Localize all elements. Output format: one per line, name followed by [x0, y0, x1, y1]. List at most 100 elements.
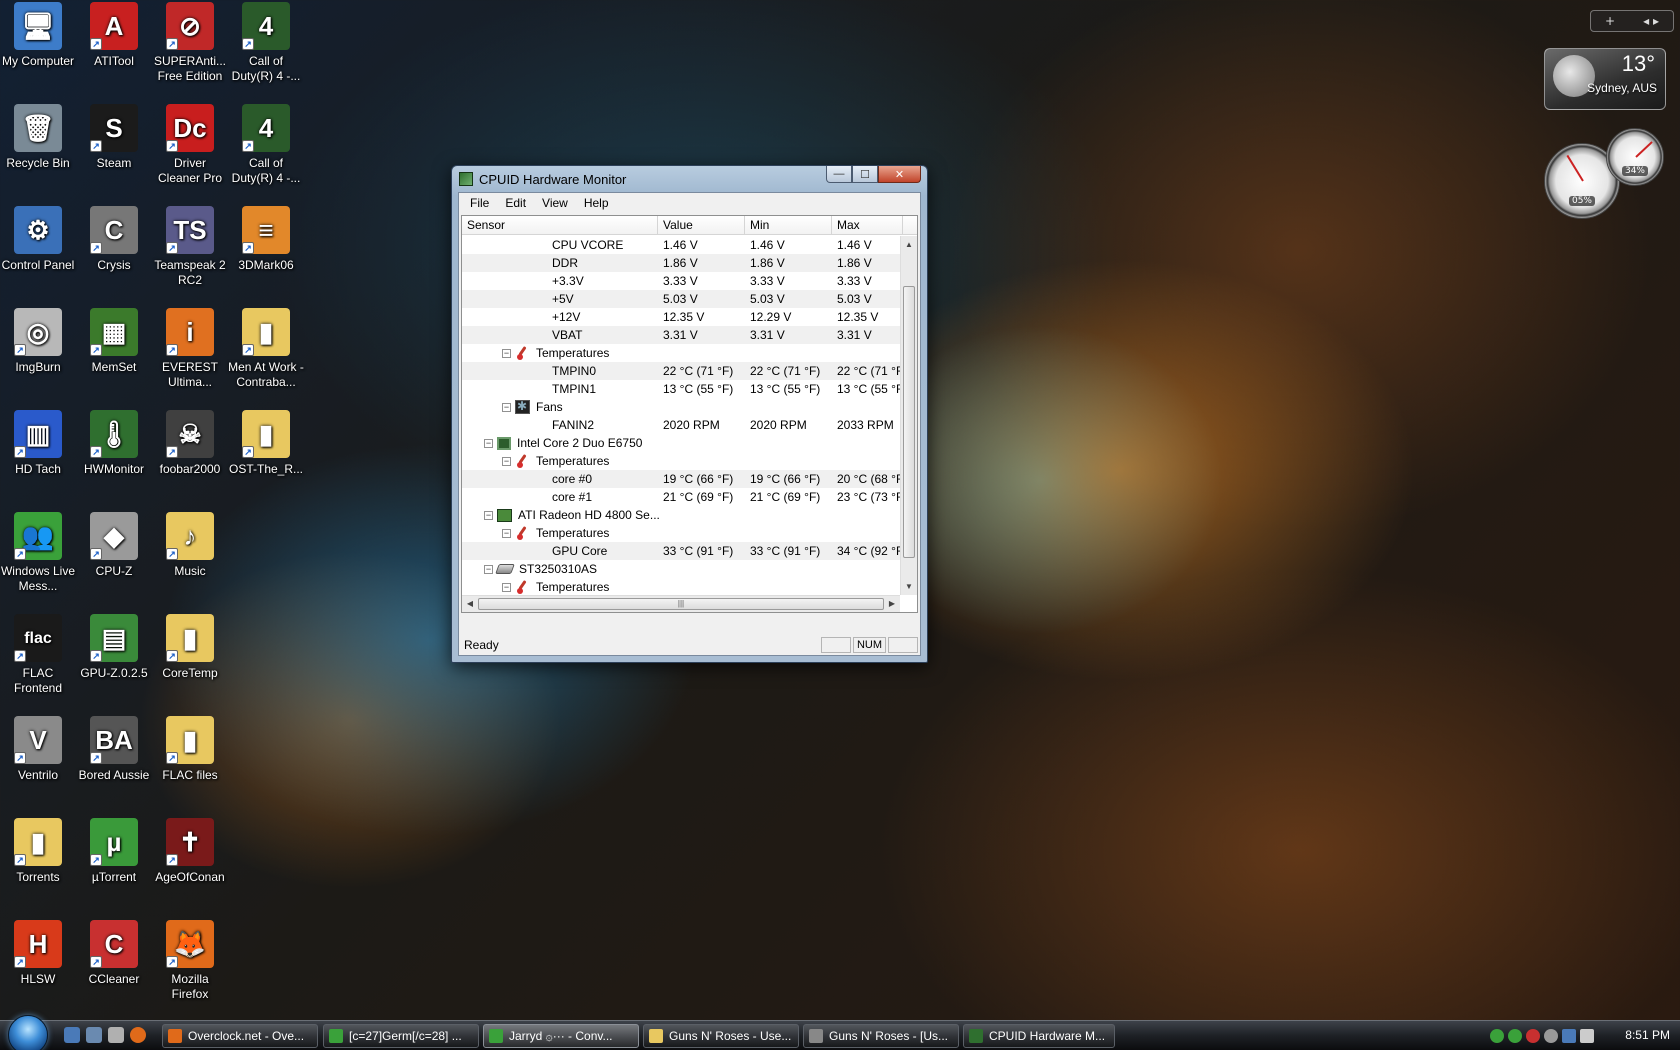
desktop-icon-cpu-z[interactable]: ◆ ↗ CPU-Z [76, 512, 152, 579]
vertical-scroll-thumb[interactable] [903, 286, 915, 558]
desktop-icon-ccleaner[interactable]: C ↗ CCleaner [76, 920, 152, 987]
desktop-icon-ost-the-r[interactable]: ▮ ↗ OST-The_R... [228, 410, 304, 477]
menu-view[interactable]: View [534, 196, 576, 210]
close-button[interactable]: ✕ [878, 166, 921, 183]
desktop-icon-gpu-z-0-2-5[interactable]: ▤ ↗ GPU-Z.0.2.5 [76, 614, 152, 681]
desktop-icon-windows-live-mess[interactable]: 👥 ↗ Windows Live Mess... [0, 512, 76, 594]
desktop-icon-hd-tach[interactable]: ▥ ↗ HD Tach [0, 410, 76, 477]
tree-collapse-icon[interactable]: − [502, 402, 511, 412]
desktop-icon-my-computer[interactable]: 🖥 My Computer [0, 2, 76, 69]
desktop-icon-torrents[interactable]: ▮ ↗ Torrents [0, 818, 76, 885]
sensor-row[interactable]: TMPIN1 13 °C (55 °F) 13 °C (55 °F) 13 °C (5… [462, 380, 900, 398]
weather-gadget[interactable]: 13° Sydney, AUS [1544, 48, 1666, 110]
desktop-icon-coretemp[interactable]: ▮ ↗ CoreTemp [152, 614, 228, 681]
taskbar-button[interactable]: [c=27]Germ[/c=28] ... [323, 1024, 479, 1048]
menu-help[interactable]: Help [576, 196, 617, 210]
taskbar-button[interactable]: Guns N' Roses - [Us... [803, 1024, 959, 1048]
gadget-nav-arrows[interactable]: ◂ ▸ [1643, 14, 1659, 28]
switch-windows-icon[interactable] [86, 1027, 102, 1043]
tray-volume-icon[interactable] [1580, 1029, 1594, 1043]
scroll-up-arrow-icon[interactable]: ▲ [901, 236, 917, 253]
desktop-icon-men-at-work-contraba[interactable]: ▮ ↗ Men At Work - Contraba... [228, 308, 304, 390]
sensor-row[interactable]: DDR 1.86 V 1.86 V 1.86 V [462, 254, 900, 272]
desktop-icon-steam[interactable]: S ↗ Steam [76, 104, 152, 171]
taskbar-button[interactable]: Overclock.net - Ove... [162, 1024, 318, 1048]
column-header-value[interactable]: Value [658, 216, 745, 234]
column-header-max[interactable]: Max [832, 216, 903, 234]
sensor-row[interactable]: − Temperatures [462, 452, 900, 470]
desktop-icon--torrent[interactable]: µ ↗ µTorrent [76, 818, 152, 885]
taskbar-button[interactable]: Guns N' Roses - Use... [643, 1024, 799, 1048]
desktop-icon-foobar2000[interactable]: ☠ ↗ foobar2000 [152, 410, 228, 477]
tree-collapse-icon[interactable]: − [502, 456, 511, 466]
minimize-button[interactable]: — [826, 166, 852, 183]
tree-collapse-icon[interactable]: − [484, 510, 493, 520]
desktop-icon-call-of-duty-r-4[interactable]: 4 ↗ Call of Duty(R) 4 -... [228, 104, 304, 186]
desktop-icon-teamspeak-2-rc2[interactable]: TS ↗ Teamspeak 2 RC2 [152, 206, 228, 288]
desktop-icon-ageofconan[interactable]: ✝ ↗ AgeOfConan [152, 818, 228, 885]
clock[interactable]: 8:51 PM [1625, 1028, 1670, 1042]
desktop-icon-memset[interactable]: ▦ ↗ MemSet [76, 308, 152, 375]
sensor-row[interactable]: core #1 21 °C (69 °F) 21 °C (69 °F) 23 °C (… [462, 488, 900, 506]
window-titlebar[interactable]: CPUID Hardware Monitor — ☐ ✕ [452, 166, 927, 192]
desktop-icon-recycle-bin[interactable]: 🗑 Recycle Bin [0, 104, 76, 171]
scroll-down-arrow-icon[interactable]: ▼ [901, 578, 917, 595]
column-header-sensor[interactable]: Sensor [462, 216, 658, 234]
desktop-icon-3dmark06[interactable]: ≡ ↗ 3DMark06 [228, 206, 304, 273]
sensor-list[interactable]: Sensor Value Min Max CPU VCORE 1.46 V 1.46… [461, 215, 918, 613]
tree-collapse-icon[interactable]: − [502, 582, 511, 592]
desktop-icon-superanti-free-edition[interactable]: ⊘ ↗ SUPERAnti... Free Edition [152, 2, 228, 84]
tray-error-icon[interactable] [1526, 1029, 1540, 1043]
sensor-row[interactable]: +3.3V 3.33 V 3.33 V 3.33 V [462, 272, 900, 290]
menu-edit[interactable]: Edit [497, 196, 534, 210]
column-header-min[interactable]: Min [745, 216, 832, 234]
desktop-icon-hlsw[interactable]: H ↗ HLSW [0, 920, 76, 987]
maximize-button[interactable]: ☐ [852, 166, 878, 183]
quicklaunch-shield-icon[interactable] [108, 1027, 124, 1043]
scroll-left-arrow-icon[interactable]: ◀ [462, 596, 478, 612]
tree-collapse-icon[interactable]: − [484, 438, 493, 448]
sensor-row[interactable]: − Temperatures [462, 344, 900, 362]
vertical-scrollbar[interactable]: ▲ ▼ [900, 236, 917, 595]
sensor-row[interactable]: CPU VCORE 1.46 V 1.46 V 1.46 V [462, 236, 900, 254]
desktop-icon-flac-frontend[interactable]: flac ↗ FLAC Frontend [0, 614, 76, 696]
desktop-icon-atitool[interactable]: A ↗ ATITool [76, 2, 152, 69]
desktop-icon-everest-ultima[interactable]: i ↗ EVEREST Ultima... [152, 308, 228, 390]
desktop-icon-ventrilo[interactable]: V ↗ Ventrilo [0, 716, 76, 783]
tree-collapse-icon[interactable]: − [484, 564, 493, 574]
desktop-icon-driver-cleaner-pro[interactable]: Dc ↗ Driver Cleaner Pro [152, 104, 228, 186]
sensor-row[interactable]: − Intel Core 2 Duo E6750 [462, 434, 900, 452]
desktop-icon-music[interactable]: ♪ ↗ Music [152, 512, 228, 579]
sensor-row[interactable]: +12V 12.35 V 12.29 V 12.35 V [462, 308, 900, 326]
sensor-row[interactable]: − ATI Radeon HD 4800 Se... [462, 506, 900, 524]
add-gadget-button[interactable]: + [1605, 14, 1615, 28]
sensor-row[interactable]: − Fans [462, 398, 900, 416]
gadget-toolbar[interactable]: + ◂ ▸ [1590, 10, 1674, 32]
tray-contacts-icon[interactable] [1508, 1029, 1522, 1043]
tray-messenger-icon[interactable] [1490, 1029, 1504, 1043]
desktop-icon-imgburn[interactable]: ◎ ↗ ImgBurn [0, 308, 76, 375]
desktop-icon-call-of-duty-r-4[interactable]: 4 ↗ Call of Duty(R) 4 -... [228, 2, 304, 84]
tree-collapse-icon[interactable]: − [502, 528, 511, 538]
start-button[interactable] [8, 1015, 48, 1050]
sensor-row[interactable]: TMPIN0 22 °C (71 °F) 22 °C (71 °F) 22 °C (7… [462, 362, 900, 380]
quicklaunch-firefox-icon[interactable] [130, 1027, 146, 1043]
show-desktop-icon[interactable] [64, 1027, 80, 1043]
taskbar-button[interactable]: Jarryd ۞··· - Conv... [483, 1024, 639, 1048]
tray-app-icon[interactable] [1544, 1029, 1558, 1043]
sensor-row[interactable]: +5V 5.03 V 5.03 V 5.03 V [462, 290, 900, 308]
tree-collapse-icon[interactable]: − [502, 348, 511, 358]
tray-network-icon[interactable] [1562, 1029, 1576, 1043]
scroll-right-arrow-icon[interactable]: ▶ [884, 596, 900, 612]
desktop-icon-flac-files[interactable]: ▮ ↗ FLAC files [152, 716, 228, 783]
hwmonitor-window[interactable]: CPUID Hardware Monitor — ☐ ✕ File Edit V… [451, 165, 928, 663]
desktop-icon-mozilla-firefox[interactable]: 🦊 ↗ Mozilla Firefox [152, 920, 228, 1002]
sensor-row[interactable]: GPU Core 33 °C (91 °F) 33 °C (91 °F) 34 °C … [462, 542, 900, 560]
sensor-row[interactable]: core #0 19 °C (66 °F) 19 °C (66 °F) 20 °C (… [462, 470, 900, 488]
sensor-row[interactable]: − Temperatures [462, 524, 900, 542]
taskbar-button[interactable]: CPUID Hardware M... [963, 1024, 1115, 1048]
horizontal-scroll-thumb[interactable]: ||| [478, 598, 884, 610]
sensor-row[interactable]: − Temperatures [462, 578, 900, 595]
desktop-icon-hwmonitor[interactable]: 🌡 ↗ HWMonitor [76, 410, 152, 477]
desktop-icon-control-panel[interactable]: ⚙ Control Panel [0, 206, 76, 273]
